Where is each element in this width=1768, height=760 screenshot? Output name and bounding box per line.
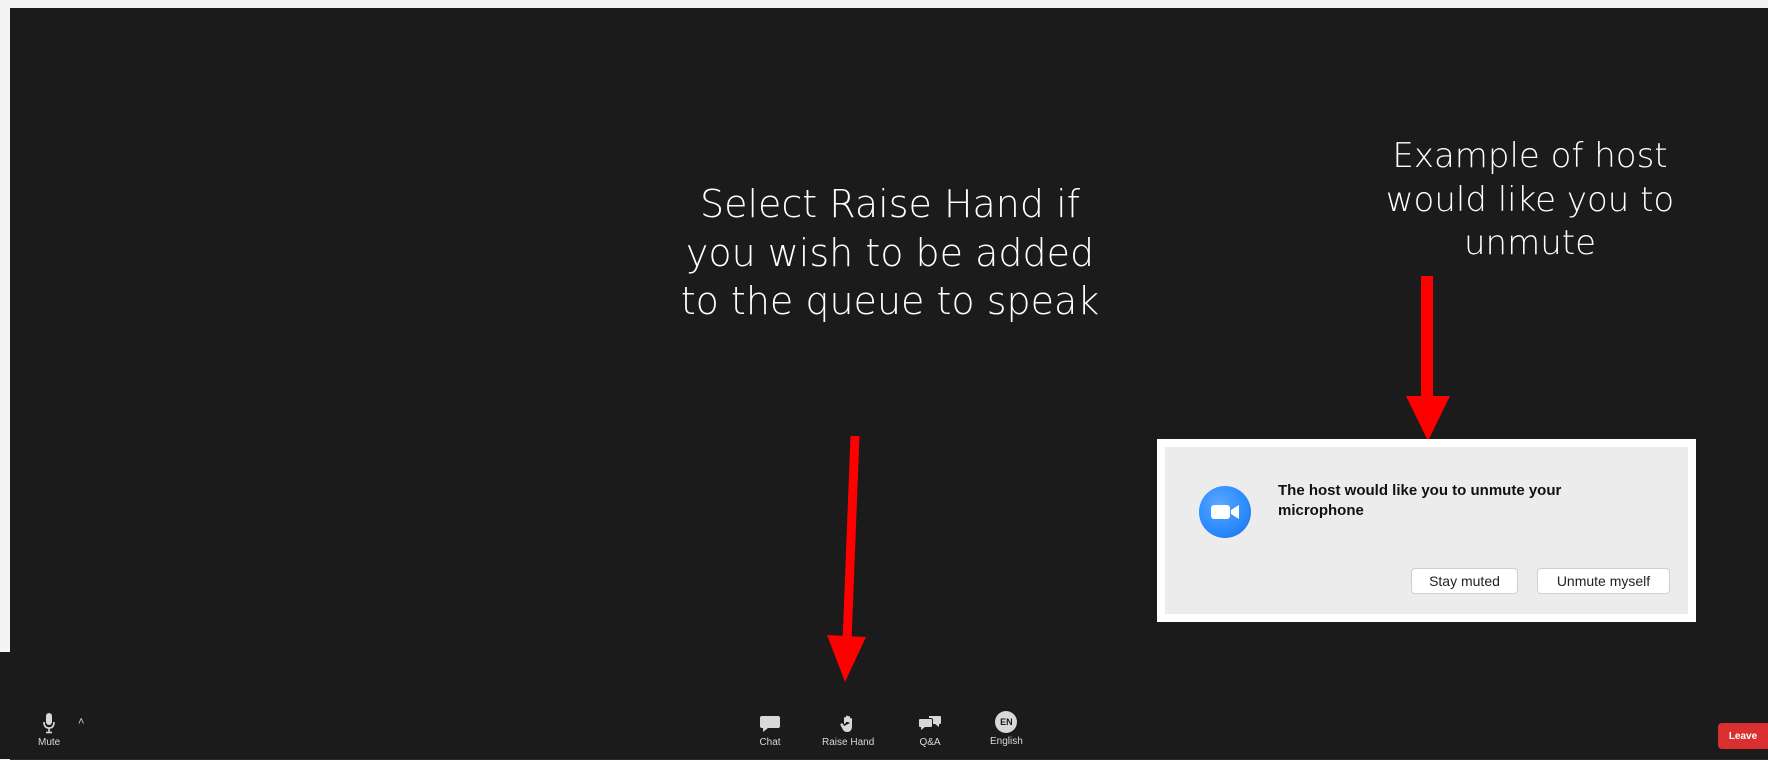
english-label: English <box>990 736 1023 747</box>
chat-label: Chat <box>759 737 781 748</box>
dialog-message: The host would like you to unmute your m… <box>1278 482 1562 519</box>
arrow-to-notification-icon <box>1406 276 1450 441</box>
chat-button[interactable]: Chat <box>759 714 781 748</box>
unmute-myself-button[interactable]: Unmute myself <box>1537 568 1670 594</box>
arrow-to-raise-hand-icon <box>827 435 866 682</box>
raise-hand-instruction: Select Raise Hand if you wish to be adde… <box>680 182 1100 324</box>
language-badge-icon: EN <box>995 711 1018 733</box>
mute-button[interactable]: Mute <box>38 712 60 748</box>
qa-button[interactable]: Q&A <box>918 714 942 748</box>
leave-button[interactable]: Leave <box>1718 723 1768 749</box>
dialog-body: The host would like you to unmute your m… <box>1165 447 1688 614</box>
microphone-icon <box>43 713 55 734</box>
unmute-request-dialog: The host would like you to unmute your m… <box>1157 439 1696 622</box>
screenshot-stage: Select Raise Hand if you wish to be adde… <box>0 0 1768 760</box>
stay-muted-button[interactable]: Stay muted <box>1411 568 1518 594</box>
mute-label: Mute <box>38 737 61 748</box>
audio-options-caret-icon[interactable]: ˄ <box>78 716 84 728</box>
zoom-camera-icon <box>1199 486 1251 538</box>
qa-label: Q&A <box>919 737 941 748</box>
host-unmute-example-caption: Example of host would like you to unmute <box>1385 136 1675 264</box>
language-interpretation-button[interactable]: EN English <box>990 711 1023 747</box>
zoom-meeting-window <box>10 8 1768 760</box>
hand-icon <box>840 715 853 732</box>
raise-hand-button[interactable]: Raise Hand <box>822 714 874 748</box>
raise-hand-label: Raise Hand <box>822 737 875 748</box>
qa-bubbles-icon <box>919 716 941 730</box>
window-left-edge <box>0 652 10 759</box>
chat-bubble-icon <box>760 716 780 732</box>
